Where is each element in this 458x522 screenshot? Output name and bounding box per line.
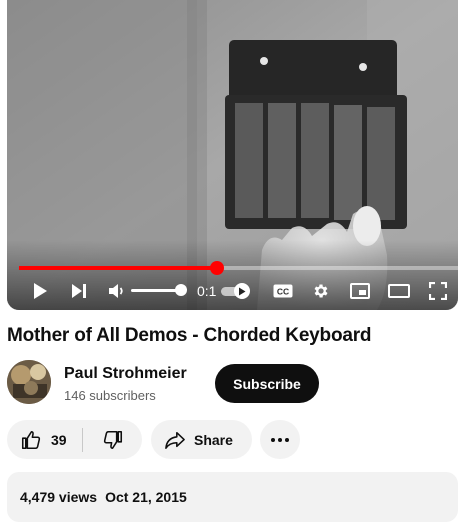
dislike-icon [103,430,122,449]
like-button[interactable]: 39 [7,420,82,459]
dislike-button[interactable] [83,420,142,459]
autoplay-toggle[interactable] [221,283,251,299]
play-button[interactable] [30,280,50,302]
video-title: Mother of All Demos - Chorded Keyboard [7,325,372,346]
fullscreen-button[interactable] [427,280,449,302]
share-label: Share [194,431,233,448]
volume-icon [109,284,123,298]
progress-scrubber[interactable] [209,261,224,275]
progress-bar[interactable] [19,261,458,275]
like-icon [21,430,41,449]
next-button[interactable] [69,280,89,302]
view-count: 4,479 views [20,489,98,505]
share-icon [165,431,185,449]
like-dislike-group: 39 [7,420,142,459]
autoplay-play-icon [239,287,246,295]
miniplayer-icon [350,283,370,299]
volume-handle[interactable] [175,284,187,296]
miniplayer-button[interactable] [348,280,372,302]
theater-button[interactable] [387,280,411,302]
like-count: 39 [51,431,67,448]
progress-played [19,266,217,270]
more-actions-button[interactable] [260,420,300,459]
play-icon [34,283,47,299]
settings-icon [314,284,328,298]
subscribe-button[interactable]: Subscribe [215,364,319,403]
avatar-image [7,360,51,404]
subscriber-count: 146 subscribers [64,388,156,403]
description-meta: 4,479 views Oct 21, 2015 [20,489,187,505]
settings-button[interactable] [310,280,332,302]
description-box[interactable]: 4,479 views Oct 21, 2015 [7,472,458,522]
autoplay-thumb [234,283,250,299]
svg-text:CC: CC [277,287,289,297]
captions-icon: CC [273,284,293,298]
theater-icon [388,284,410,298]
fullscreen-icon [429,282,447,300]
upload-date: Oct 21, 2015 [105,489,187,505]
time-display: 0:1 [197,283,217,299]
captions-button[interactable]: CC [272,280,294,302]
channel-name[interactable]: Paul Strohmeier [64,365,187,383]
next-icon [72,284,86,298]
channel-avatar[interactable] [7,360,51,404]
more-icon [271,437,289,442]
mute-button[interactable] [107,280,127,302]
share-button[interactable]: Share [151,420,252,459]
video-player[interactable] [7,0,458,310]
